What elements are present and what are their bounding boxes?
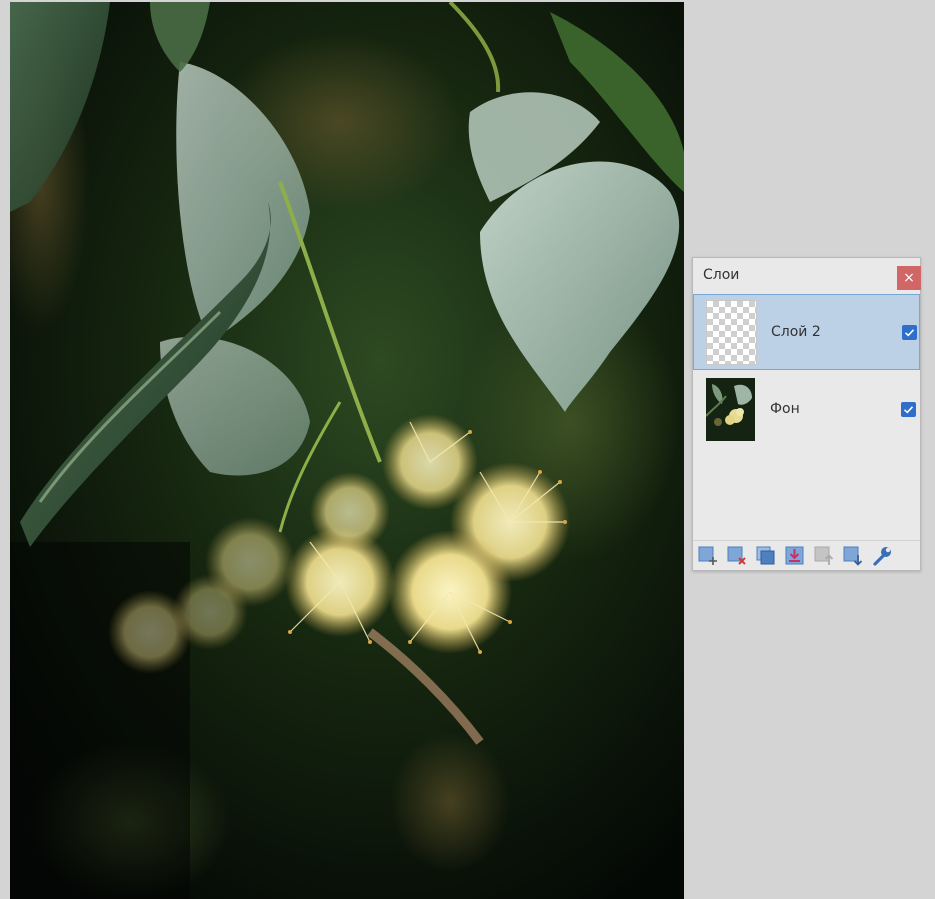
- layer-row-layer-2[interactable]: Слой 2: [693, 294, 920, 370]
- layer-visibility-checkbox[interactable]: [902, 325, 917, 340]
- layer-name: Слой 2: [771, 324, 821, 340]
- layer-visibility-checkbox[interactable]: [901, 402, 916, 417]
- merge-layer-down-icon[interactable]: [784, 545, 806, 567]
- move-layer-down-icon[interactable]: [842, 545, 864, 567]
- checkmark-icon: [904, 329, 915, 337]
- layers-panel-title: Слои: [703, 267, 740, 283]
- layer-thumbnail-photo: [706, 378, 755, 441]
- layers-panel: Слои × Слой 2 Фон: [692, 257, 921, 571]
- layer-name: Фон: [770, 401, 800, 417]
- layer-thumbnail-transparent: [706, 300, 757, 365]
- close-button[interactable]: ×: [897, 266, 921, 290]
- duplicate-layer-icon[interactable]: [755, 545, 777, 567]
- add-layer-icon[interactable]: [697, 545, 719, 567]
- delete-layer-icon[interactable]: [726, 545, 748, 567]
- checkmark-icon: [903, 406, 914, 414]
- image-canvas[interactable]: [10, 2, 684, 899]
- layer-row-background[interactable]: Фон: [693, 372, 920, 448]
- move-layer-up-icon[interactable]: [813, 545, 835, 567]
- layers-toolbar: [693, 540, 920, 571]
- photo-thumbnail-image: [706, 378, 755, 441]
- linden-blossom-photo: [10, 2, 684, 899]
- layer-properties-icon[interactable]: [871, 545, 893, 567]
- layers-panel-header[interactable]: Слои ×: [693, 258, 921, 294]
